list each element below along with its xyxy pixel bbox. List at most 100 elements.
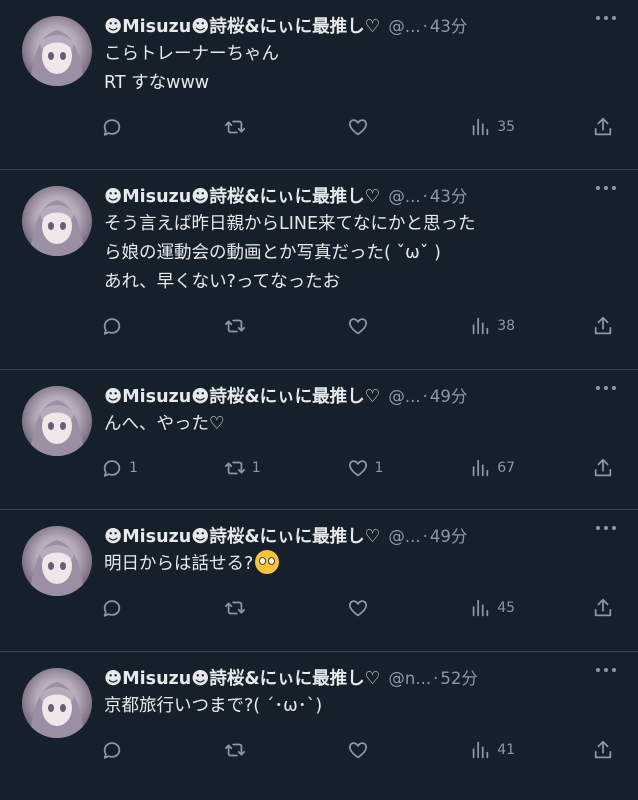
reply-icon bbox=[103, 460, 121, 477]
reply-button[interactable] bbox=[101, 315, 219, 337]
like-button[interactable] bbox=[347, 739, 465, 761]
tweet[interactable]: ☻Misuzu☻詩桜&にぃに最推し♡ @... · 49分 んへ、やった♡ 1 1 … bbox=[0, 370, 638, 510]
retweet-button[interactable] bbox=[224, 739, 342, 761]
views-button[interactable]: 35 bbox=[469, 116, 587, 138]
retweet-button[interactable] bbox=[224, 597, 342, 619]
display-name[interactable]: ☻Misuzu☻詩桜&にぃに最推し♡ bbox=[104, 183, 380, 208]
timeline-feed[interactable]: ☻Misuzu☻詩桜&にぃに最推し♡ @... · 43分 こらトレーナーちゃん R… bbox=[0, 0, 638, 800]
share-button[interactable] bbox=[592, 116, 614, 138]
separator-dot: · bbox=[422, 17, 428, 36]
more-options-icon[interactable] bbox=[596, 668, 616, 674]
reply-icon bbox=[103, 119, 121, 136]
retweet-button[interactable]: 1 bbox=[224, 457, 342, 479]
reply-icon bbox=[103, 318, 121, 335]
share-button[interactable] bbox=[592, 315, 614, 337]
tweet-actions: 45 bbox=[101, 593, 614, 623]
views-button[interactable]: 67 bbox=[469, 457, 587, 479]
handle-and-time[interactable]: @... · 49分 bbox=[388, 523, 467, 547]
more-options-icon[interactable] bbox=[596, 186, 616, 192]
avatar[interactable] bbox=[22, 386, 92, 456]
timestamp[interactable]: 43分 bbox=[430, 187, 468, 206]
more-options-icon[interactable] bbox=[596, 386, 616, 392]
tweet-text: 京都旅行いつまで?( ´･ω･`) bbox=[104, 696, 323, 716]
retweet-button[interactable] bbox=[224, 315, 342, 337]
share-button[interactable] bbox=[592, 739, 614, 761]
avatar[interactable] bbox=[22, 186, 92, 256]
tweet-text-container: 明日からは話せる? bbox=[104, 550, 616, 579]
more-options-icon[interactable] bbox=[596, 526, 616, 532]
display-name[interactable]: ☻Misuzu☻詩桜&にぃに最推し♡ bbox=[104, 523, 380, 548]
like-button[interactable] bbox=[347, 116, 465, 138]
share-icon bbox=[594, 458, 612, 477]
retweet-count: 1 bbox=[251, 460, 261, 476]
handle[interactable]: @... bbox=[388, 387, 420, 406]
reply-button[interactable]: 1 bbox=[101, 457, 219, 479]
view-count: 35 bbox=[497, 119, 516, 135]
reply-count: 1 bbox=[129, 460, 138, 476]
share-button[interactable] bbox=[592, 457, 614, 479]
views-button[interactable]: 41 bbox=[469, 739, 587, 761]
analytics-icon bbox=[472, 459, 489, 477]
timestamp[interactable]: 52分 bbox=[440, 669, 478, 688]
separator-dot: · bbox=[422, 187, 428, 206]
handle-and-time[interactable]: @... · 43分 bbox=[388, 183, 467, 207]
retweet-icon bbox=[224, 461, 245, 475]
reply-button[interactable] bbox=[101, 739, 219, 761]
tweet-text: んへ、やった♡ bbox=[104, 414, 225, 434]
separator-dot: · bbox=[433, 669, 439, 688]
handle[interactable]: @n... bbox=[388, 669, 431, 688]
reply-icon bbox=[103, 742, 121, 759]
like-button[interactable]: 1 bbox=[347, 457, 465, 479]
timestamp[interactable]: 49分 bbox=[430, 387, 468, 406]
more-options-icon[interactable] bbox=[596, 16, 616, 22]
tweet-actions: 1 1 1 67 bbox=[101, 453, 614, 483]
handle-and-time[interactable]: @... · 49分 bbox=[388, 383, 467, 407]
reply-button[interactable] bbox=[101, 116, 219, 138]
display-name[interactable]: ☻Misuzu☻詩桜&にぃに最推し♡ bbox=[104, 383, 380, 408]
avatar[interactable] bbox=[22, 526, 92, 596]
view-count: 45 bbox=[497, 600, 516, 616]
avatar[interactable] bbox=[22, 668, 92, 738]
avatar[interactable] bbox=[22, 16, 92, 86]
heart-icon bbox=[348, 318, 367, 335]
handle-and-time[interactable]: @... · 43分 bbox=[388, 13, 467, 37]
tweet[interactable]: ☻Misuzu☻詩桜&にぃに最推し♡ @... · 49分 明日からは話せる? 45 bbox=[0, 510, 638, 652]
handle[interactable]: @... bbox=[388, 17, 420, 36]
heart-icon bbox=[348, 460, 367, 477]
view-count: 41 bbox=[497, 742, 516, 758]
analytics-icon bbox=[472, 118, 489, 136]
tweet-header: ☻Misuzu☻詩桜&にぃに最推し♡ @... · 43分 bbox=[104, 182, 624, 208]
retweet-button[interactable] bbox=[224, 116, 342, 138]
tweet[interactable]: ☻Misuzu☻詩桜&にぃに最推し♡ @... · 43分 そう言えば昨日親からLI… bbox=[0, 170, 638, 370]
timestamp[interactable]: 43分 bbox=[430, 17, 468, 36]
analytics-icon bbox=[472, 317, 489, 335]
retweet-icon bbox=[224, 743, 245, 757]
views-button[interactable]: 45 bbox=[469, 597, 587, 619]
views-button[interactable]: 38 bbox=[469, 315, 587, 337]
tweet[interactable]: ☻Misuzu☻詩桜&にぃに最推し♡ @... · 43分 こらトレーナーちゃん R… bbox=[0, 0, 638, 170]
like-button[interactable] bbox=[347, 597, 465, 619]
handle-and-time[interactable]: @n... · 52分 bbox=[388, 665, 477, 689]
separator-dot: · bbox=[422, 527, 428, 546]
view-count: 67 bbox=[497, 460, 516, 476]
reply-button[interactable] bbox=[101, 597, 219, 619]
heart-icon bbox=[348, 742, 367, 759]
tweet-header: ☻Misuzu☻詩桜&にぃに最推し♡ @... · 43分 bbox=[104, 12, 624, 38]
tweet-actions: 35 bbox=[101, 112, 614, 142]
view-count: 38 bbox=[497, 318, 516, 334]
share-button[interactable] bbox=[592, 597, 614, 619]
share-icon bbox=[594, 117, 612, 136]
tweet[interactable]: ☻Misuzu☻詩桜&にぃに最推し♡ @n... · 52分 京都旅行いつまで?( … bbox=[0, 652, 638, 800]
display-name[interactable]: ☻Misuzu☻詩桜&にぃに最推し♡ bbox=[104, 665, 380, 690]
handle[interactable]: @... bbox=[388, 527, 420, 546]
display-name[interactable]: ☻Misuzu☻詩桜&にぃに最推し♡ bbox=[104, 13, 380, 38]
heart-icon bbox=[348, 600, 367, 617]
handle[interactable]: @... bbox=[388, 187, 420, 206]
like-button[interactable] bbox=[347, 315, 465, 337]
analytics-icon bbox=[472, 599, 489, 617]
timestamp[interactable]: 49分 bbox=[430, 527, 468, 546]
tweet-header: ☻Misuzu☻詩桜&にぃに最推し♡ @... · 49分 bbox=[104, 382, 624, 408]
retweet-icon bbox=[224, 120, 245, 134]
tweet-actions: 41 bbox=[101, 735, 614, 765]
analytics-icon bbox=[472, 741, 489, 759]
